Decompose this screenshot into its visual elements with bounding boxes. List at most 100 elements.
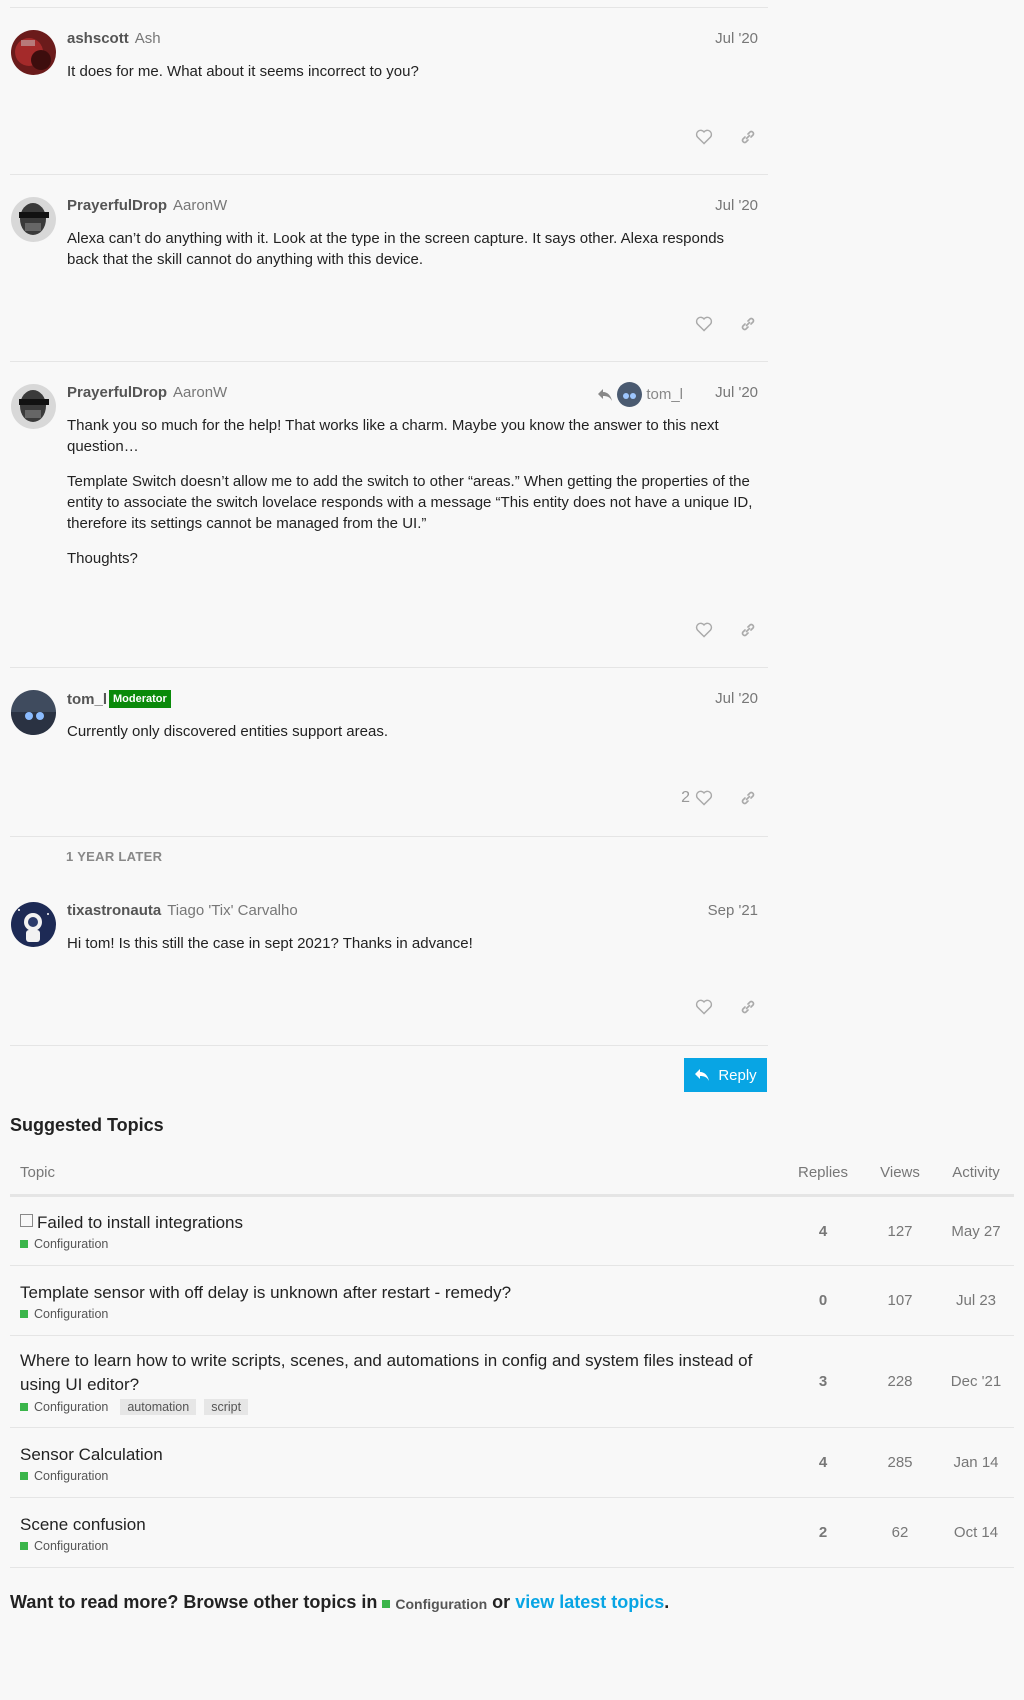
category-link[interactable]: Configuration [34,1237,108,1251]
view-latest-topics-link[interactable]: view latest topics [515,1592,664,1612]
like-count[interactable]: 2 [681,789,690,807]
post-body: Thank you so much for the help! That wor… [67,415,758,583]
reply-to-tab[interactable]: tom_l [597,382,683,407]
topic-activity[interactable]: Jan 14 [938,1427,1014,1498]
solved-checkbox-icon [20,1214,33,1227]
topic-title-link[interactable]: Failed to install integrations [37,1213,243,1232]
footer-prefix: Want to read more? Browse other topics i… [10,1592,378,1612]
post-paragraph: Hi tom! Is this still the case in sept 2… [67,935,473,952]
column-header-replies[interactable]: Replies [784,1150,862,1197]
suggested-topics-table: Topic Replies Views Activity Failed to i… [10,1150,1014,1568]
category-link[interactable]: Configuration [34,1307,108,1321]
moderator-badge: Moderator [109,690,171,708]
post-username[interactable]: PrayerfulDrop [67,197,167,214]
footer-suffix: . [664,1592,670,1612]
table-row: Sensor Calculation Configuration 4 285 J… [10,1427,1014,1498]
avatar[interactable] [11,197,56,242]
post-body: Hi tom! Is this still the case in sept 2… [67,933,758,968]
footer-middle: or [492,1592,511,1612]
suggested-topics-title: Suggested Topics [10,1115,164,1135]
heart-icon[interactable] [694,997,714,1017]
post-actions [694,127,758,147]
topic-activity[interactable]: Dec '21 [938,1335,1014,1428]
category-link[interactable]: Configuration [34,1400,108,1414]
column-header-topic: Topic [10,1150,784,1197]
post-paragraph: Alexa can’t do anything with it. Look at… [67,230,725,268]
post: ashscott Ash Jul '20 It does for me. What… [10,7,768,173]
column-header-views[interactable]: Views [862,1150,938,1197]
reply-to-username: tom_l [646,386,683,403]
reply-icon [695,1069,710,1081]
post-paragraph: Thank you so much for the help! That wor… [67,417,719,455]
table-row: Scene confusion Configuration 2 62 Oct 1… [10,1497,1014,1568]
footer-category-link[interactable]: Configuration [382,1596,487,1612]
post-fullname[interactable]: Tiago 'Tix' Carvalho [167,902,298,919]
category-link[interactable]: Configuration [34,1469,108,1483]
post-date[interactable]: Jul '20 [715,690,758,707]
post: PrayerfulDrop AaronW Jul '20 Alexa can’t … [10,174,768,360]
link-icon[interactable] [738,314,758,334]
topic-activity[interactable]: Jul 23 [938,1265,1014,1336]
link-icon[interactable] [738,620,758,640]
category-color-icon [20,1309,28,1318]
topic-views: 228 [862,1335,938,1428]
more-topics-footer: Want to read more? Browse other topics i… [10,1592,669,1613]
post-paragraph: It does for me. What about it seems inco… [67,63,419,80]
table-row: Where to learn how to write scripts, sce… [10,1335,1014,1428]
category-color-icon [20,1541,28,1550]
topic-tag[interactable]: automation [120,1398,197,1415]
topic-activity[interactable]: Oct 14 [938,1497,1014,1568]
post-date[interactable]: Jul '20 [715,384,758,401]
table-row: Failed to install integrations Configura… [10,1195,1014,1266]
topic-title-link[interactable]: Sensor Calculation [20,1445,163,1464]
topic-title-link[interactable]: Scene confusion [20,1515,146,1534]
post-date[interactable]: Sep '21 [708,902,758,919]
reply-button[interactable]: Reply [684,1058,767,1092]
topic-replies: 2 [784,1497,862,1568]
reply-arrow-icon [598,388,613,401]
post-date[interactable]: Jul '20 [715,197,758,214]
heart-icon[interactable] [694,788,714,808]
post: tixastronauta Tiago 'Tix' Carvalho Sep '2… [10,880,768,1046]
link-icon[interactable] [738,997,758,1017]
column-header-activity[interactable]: Activity [938,1150,1014,1197]
divider [10,1045,768,1046]
post-actions [694,997,758,1017]
category-color-icon [382,1600,391,1608]
post-body: Alexa can’t do anything with it. Look at… [67,228,758,284]
link-icon[interactable] [738,788,758,808]
post-fullname[interactable]: AaronW [173,384,227,401]
category-link[interactable]: Configuration [34,1539,108,1553]
avatar[interactable] [11,30,56,75]
post-fullname[interactable]: Ash [135,30,161,47]
post-actions [694,620,758,640]
category-color-icon [20,1402,28,1411]
avatar[interactable] [11,690,56,735]
avatar[interactable] [11,902,56,947]
post-date[interactable]: Jul '20 [715,30,758,47]
post-body: Currently only discovered entities suppo… [67,721,758,756]
link-icon[interactable] [738,127,758,147]
heart-icon[interactable] [694,314,714,334]
post-username[interactable]: tom_l [67,691,107,708]
topic-views: 107 [862,1265,938,1336]
post-paragraph: Thoughts? [67,550,138,567]
topic-replies: 0 [784,1265,862,1336]
table-row: Template sensor with off delay is unknow… [10,1265,1014,1336]
post-fullname[interactable]: AaronW [173,197,227,214]
category-color-icon [20,1240,28,1248]
post-username[interactable]: tixastronauta [67,902,161,919]
post-username[interactable]: ashscott [67,30,129,47]
topic-title-link[interactable]: Where to learn how to write scripts, sce… [20,1351,752,1394]
heart-icon[interactable] [694,127,714,147]
topic-activity[interactable]: May 27 [938,1195,1014,1266]
post: tom_l Moderator Jul '20 Currently only di… [10,667,768,835]
topic-replies: 4 [784,1195,862,1266]
avatar[interactable] [11,384,56,429]
topic-tag[interactable]: script [204,1398,249,1415]
post-username[interactable]: PrayerfulDrop [67,384,167,401]
heart-icon[interactable] [694,620,714,640]
topic-replies: 3 [784,1335,862,1428]
topic-views: 62 [862,1497,938,1568]
topic-title-link[interactable]: Template sensor with off delay is unknow… [20,1283,511,1302]
